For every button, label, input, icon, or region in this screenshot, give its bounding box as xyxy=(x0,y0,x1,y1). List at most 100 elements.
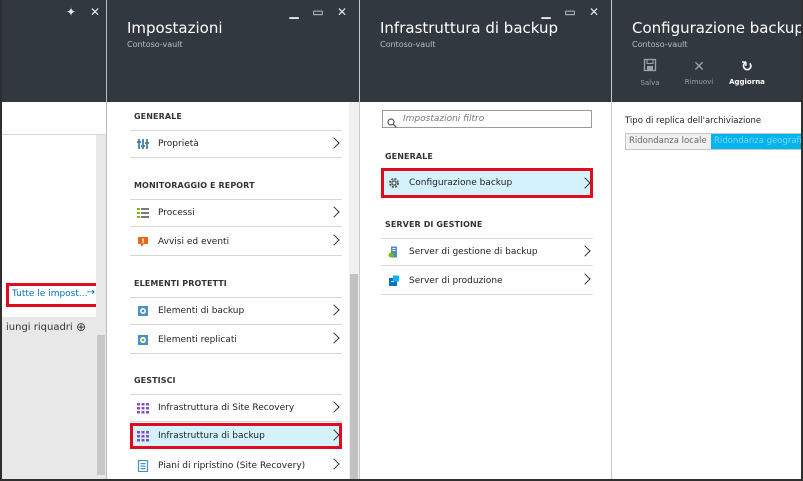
chevron-right-icon xyxy=(581,177,589,189)
save-button[interactable]: Salva xyxy=(629,58,671,87)
chevron-right-icon xyxy=(330,401,338,413)
panel-vault-body: Tutte le impost... → iungi riquadri ⊕ xyxy=(2,102,106,479)
refresh-icon: ↻ xyxy=(741,59,753,75)
remove-icon: ✕ xyxy=(693,59,705,75)
section-elementi: ELEMENTI PROTETTI xyxy=(134,279,227,288)
item-elementi-backup[interactable]: Elementi di backup xyxy=(130,297,342,325)
panel-backup-infra: Infrastruttura di backup Contoso-vault ▁… xyxy=(360,0,612,479)
panel-backup-config-title: Configurazione backup xyxy=(632,19,803,37)
item-proprieta-label: Proprietà xyxy=(158,139,199,149)
section-monitoraggio: MONITORAGGIO E REPORT xyxy=(134,181,255,190)
chevron-right-icon xyxy=(330,304,338,316)
filter-placeholder: Impostazioni filtro xyxy=(403,114,485,124)
refresh-button[interactable]: ↻ Aggiorna xyxy=(726,58,768,86)
settings-scrollbar[interactable] xyxy=(349,102,359,479)
option-ridondanza-geografica[interactable]: Ridondanza geografica xyxy=(711,134,801,149)
vault-content: Tutte le impost... → iungi riquadri ⊕ xyxy=(2,135,106,479)
section-generale: GENERALE xyxy=(385,152,433,161)
item-infra-site-recovery-label: Infrastruttura di Site Recovery xyxy=(158,403,295,413)
item-elementi-replicati[interactable]: Elementi replicati xyxy=(130,326,342,354)
minimize-icon[interactable]: ▁ xyxy=(287,5,301,19)
panel-vault-header: ✦ ✕ xyxy=(2,0,106,102)
minimize-icon[interactable]: ▁ xyxy=(539,5,553,19)
panel-settings-header: Impostazioni Contoso-vault ▁ ▭ ✕ xyxy=(107,0,359,102)
jobs-icon xyxy=(136,206,150,220)
all-settings-link-label: Tutte le impost... xyxy=(12,289,88,299)
item-server-backup[interactable]: Server di gestione di backup xyxy=(381,238,593,266)
panel-backup-infra-body: Impostazioni filtro GENERALE Configurazi… xyxy=(360,102,611,479)
panel-backup-config-subtitle: Contoso-vault xyxy=(632,40,688,49)
item-piani-ripristino[interactable]: Piani di ripristino (Site Recovery) xyxy=(130,452,342,479)
save-label: Salva xyxy=(640,79,660,87)
infrastructure-grid-icon xyxy=(136,429,150,443)
backup-items-icon xyxy=(136,304,150,318)
filter-input[interactable]: Impostazioni filtro xyxy=(382,110,592,128)
gear-icon xyxy=(387,176,401,190)
chevron-right-icon xyxy=(330,137,338,149)
item-infra-site-recovery[interactable]: Infrastruttura di Site Recovery xyxy=(130,394,342,422)
section-server-gestione: SERVER DI GESTIONE xyxy=(385,220,483,229)
item-configurazione-backup-label: Configurazione backup xyxy=(409,178,513,188)
maximize-icon[interactable]: ▭ xyxy=(311,5,325,19)
production-server-icon xyxy=(387,274,401,288)
add-circle-icon[interactable]: ⊕ xyxy=(76,320,86,334)
item-configurazione-backup[interactable]: Configurazione backup xyxy=(381,168,593,198)
item-infra-backup-label: Infrastruttura di backup xyxy=(158,430,265,441)
item-elementi-replicati-label: Elementi replicati xyxy=(158,334,237,345)
vault-scrollbar[interactable] xyxy=(96,135,106,479)
option-ridondanza-locale[interactable]: Ridondanza locale xyxy=(626,134,711,149)
item-infra-backup[interactable]: Infrastruttura di backup xyxy=(130,423,342,449)
search-icon xyxy=(387,113,397,128)
chevron-right-icon xyxy=(330,332,338,344)
all-settings-link[interactable]: Tutte le impost... → xyxy=(6,283,100,307)
maximize-icon[interactable]: ▭ xyxy=(563,5,577,19)
recovery-plan-icon xyxy=(136,459,150,473)
panel-settings-body: GENERALE Proprietà MONITORAGGIO E REPORT… xyxy=(107,102,359,479)
chevron-right-icon xyxy=(330,206,338,218)
panel-backup-config: Configurazione backup Contoso-vault Salv… xyxy=(612,0,803,479)
item-server-backup-label: Server di gestione di backup xyxy=(409,247,538,257)
replica-type-label: Tipo di replica dell'archiviazione xyxy=(625,116,762,126)
panel-backup-config-body: Tipo di replica dell'archiviazione Ridon… xyxy=(612,102,801,479)
settings-scroll-thumb[interactable] xyxy=(350,274,358,479)
chevron-right-icon xyxy=(581,245,589,257)
pin-icon[interactable]: ✦ xyxy=(64,5,78,19)
item-server-produzione[interactable]: Server di produzione xyxy=(381,267,593,295)
chevron-right-icon xyxy=(330,458,338,470)
close-icon[interactable]: ✕ xyxy=(88,5,102,19)
portal-frame: ✦ ✕ Tutte le impost... → iungi riquadri … xyxy=(0,0,803,481)
save-icon xyxy=(629,58,671,77)
section-gestisci: GESTISCI xyxy=(134,376,176,385)
panel-backup-infra-header: Infrastruttura di backup Contoso-vault ▁… xyxy=(360,0,611,102)
item-server-produzione-label: Server di produzione xyxy=(409,275,503,286)
panel-settings-subtitle: Contoso-vault xyxy=(127,40,183,49)
panel-backup-infra-subtitle: Contoso-vault xyxy=(380,40,436,49)
panel-settings: Impostazioni Contoso-vault ▁ ▭ ✕ GENERAL… xyxy=(107,0,360,479)
replica-toggle[interactable]: Ridondanza locale Ridondanza geografica xyxy=(625,133,801,150)
chevron-right-icon xyxy=(581,273,589,285)
alert-icon xyxy=(136,235,150,249)
section-generale: GENERALE xyxy=(134,112,182,121)
vault-top-area xyxy=(2,102,106,135)
item-processi-label: Processi xyxy=(158,208,195,218)
close-icon[interactable]: ✕ xyxy=(587,5,601,19)
panel-backup-infra-title: Infrastruttura di backup xyxy=(380,19,559,37)
replicated-items-icon xyxy=(136,333,150,347)
vault-scroll-thumb[interactable] xyxy=(97,335,105,475)
infrastructure-grid-icon xyxy=(136,401,150,415)
panel-vault: ✦ ✕ Tutte le impost... → iungi riquadri … xyxy=(2,0,107,479)
chevron-right-icon xyxy=(330,429,338,441)
chevron-right-icon xyxy=(330,234,338,246)
arrow-right-icon: → xyxy=(86,287,95,298)
panel-settings-title: Impostazioni xyxy=(127,19,223,37)
item-avvisi-label: Avvisi ed eventi xyxy=(158,236,230,247)
remove-button[interactable]: ✕ Rimuovi xyxy=(678,58,720,86)
item-avvisi[interactable]: Avvisi ed eventi xyxy=(130,228,342,256)
item-proprieta[interactable]: Proprietà xyxy=(130,130,342,158)
item-elementi-backup-label: Elementi di backup xyxy=(158,306,245,316)
add-tiles-label[interactable]: iungi riquadri xyxy=(6,322,73,333)
item-piani-ripristino-label: Piani di ripristino (Site Recovery) xyxy=(158,460,306,471)
close-icon[interactable]: ✕ xyxy=(335,5,349,19)
item-processi[interactable]: Processi xyxy=(130,199,342,227)
panel-backup-config-header: Configurazione backup Contoso-vault Salv… xyxy=(612,0,803,102)
